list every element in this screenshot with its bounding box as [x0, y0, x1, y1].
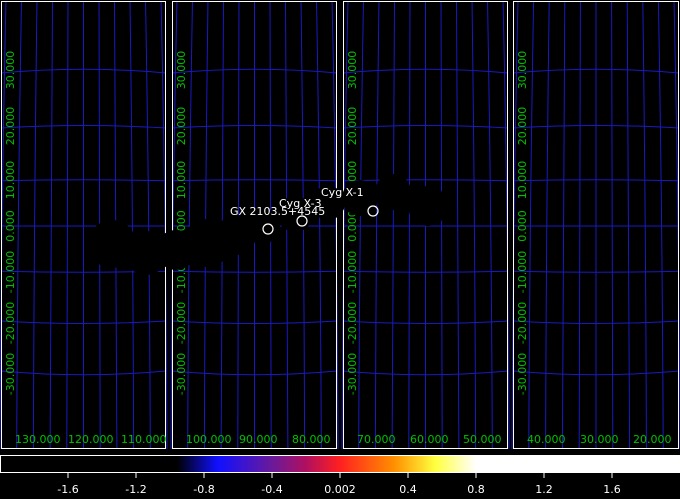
latitude-label: 30.000 — [346, 51, 359, 90]
latitude-label: -20.000 — [516, 302, 529, 344]
longitude-label: 80.000 — [292, 433, 331, 446]
map-panel: 40.000 30.000 20.000 30.000 20.000 10.000 0.00… — [511, 0, 680, 450]
latitude-label: -30.000 — [346, 353, 359, 395]
source-label: Cyg X-3 — [279, 197, 322, 210]
colorbar-tick-label: -1.6 — [57, 483, 79, 496]
latitude-label: -10.000 — [4, 251, 17, 293]
colorbar-tick-label: 1.2 — [535, 483, 553, 496]
latitude-label: 20.000 — [175, 107, 188, 146]
colorbar-tick-label: 0.002 — [324, 483, 356, 496]
meridian-line — [673, 0, 680, 450]
colorbar-tick-label: 1.6 — [603, 483, 621, 496]
colorbar-tick-label: 0.4 — [399, 483, 417, 496]
latitude-label: -20.000 — [4, 302, 17, 344]
meridian-line — [316, 0, 322, 450]
sky-map: 130.000 120.000 110.000 30.000 20.000 10.000 0… — [0, 0, 680, 478]
latitude-label: -30.000 — [4, 353, 17, 395]
meridian-line — [626, 0, 631, 450]
latitude-label: 30.000 — [516, 51, 529, 90]
meridian-line — [32, 0, 38, 450]
latitude-label: 10.000 — [175, 161, 188, 200]
meridian-line — [578, 0, 581, 450]
longitude-label: 40.000 — [527, 433, 566, 446]
meridian-line — [642, 0, 647, 450]
latitude-label: -30.000 — [175, 353, 188, 395]
latitude-label: -10.000 — [516, 251, 529, 293]
meridian-line — [561, 0, 566, 450]
meridian-line — [49, 0, 53, 450]
meridian-line — [16, 0, 22, 450]
latitude-label: 20.000 — [516, 107, 529, 146]
meridian-line — [160, 0, 168, 450]
meridian-line — [440, 0, 443, 450]
colorbar-tick-label: 0.8 — [467, 483, 485, 496]
colorbar-tick-label: -0.8 — [193, 483, 215, 496]
meridian-line — [331, 0, 339, 450]
colorbar-tick-label: -0.4 — [261, 483, 283, 496]
meridian-line — [528, 0, 535, 450]
latitude-label: 10.000 — [4, 161, 17, 200]
longitude-label: 90.000 — [239, 433, 278, 446]
meridian-line — [391, 0, 395, 450]
emission-blob — [375, 174, 411, 210]
longitude-label: 120.000 — [68, 433, 114, 446]
latitude-label: -20.000 — [175, 302, 188, 344]
meridian-line — [374, 0, 380, 450]
longitude-label: 30.000 — [580, 433, 619, 446]
meridian-line — [145, 0, 151, 450]
meridian-line — [502, 0, 510, 450]
latitude-label: 0.000 — [4, 210, 17, 242]
meridian-line — [456, 0, 460, 450]
longitude-label: 130.000 — [15, 433, 61, 446]
source-label: Cyg X-1 — [321, 186, 364, 199]
longitude-label: 110.000 — [121, 433, 167, 446]
colorbar-gradient — [0, 455, 680, 473]
colorbar — [0, 455, 680, 473]
colorbar-ticks — [67, 473, 613, 478]
map-panel: 130.000 120.000 110.000 30.000 20.000 10.000 0… — [0, 0, 168, 450]
meridian-line — [657, 0, 664, 450]
meridian-line — [129, 0, 135, 450]
latitude-label: -30.000 — [516, 353, 529, 395]
longitude-label: 100.000 — [186, 433, 232, 446]
longitude-label: 60.000 — [410, 433, 449, 446]
meridian-line — [611, 0, 614, 450]
latitude-label: 0.000 — [516, 210, 529, 242]
emission-blob — [408, 186, 448, 226]
meridian-line — [545, 0, 550, 450]
latitude-label: -10.000 — [346, 251, 359, 293]
meridian-line — [471, 0, 477, 450]
meridian-line — [408, 0, 411, 450]
latitude-label: 30.000 — [175, 51, 188, 90]
meridian-line — [66, 0, 69, 450]
longitude-label: 20.000 — [633, 433, 672, 446]
latitude-label: 20.000 — [346, 107, 359, 146]
longitude-label: 70.000 — [357, 433, 396, 446]
meridian-line — [487, 0, 493, 450]
latitude-label: 20.000 — [4, 107, 17, 146]
latitude-label: 10.000 — [516, 161, 529, 200]
meridian-line — [358, 0, 364, 450]
colorbar-tick-label: -1.2 — [125, 483, 147, 496]
latitude-label: -20.000 — [346, 302, 359, 344]
latitude-label: 30.000 — [4, 51, 17, 90]
longitude-label: 50.000 — [463, 433, 502, 446]
